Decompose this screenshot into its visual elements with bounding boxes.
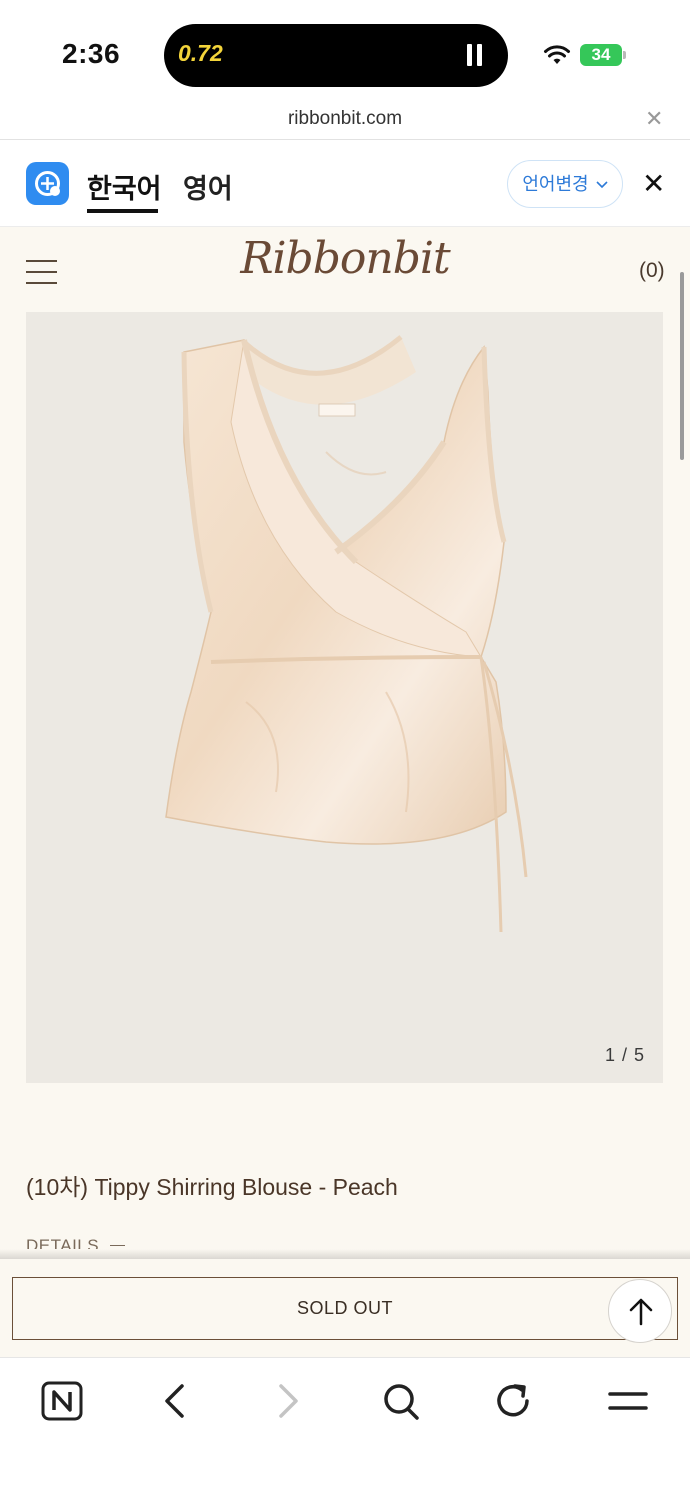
active-tab-underline — [87, 209, 158, 213]
status-bar: 2:36 0.72 34 — [0, 0, 690, 100]
battery-icon: 34 — [580, 44, 622, 66]
browser-nav-bar — [0, 1357, 690, 1500]
close-icon[interactable]: ✕ — [645, 106, 663, 132]
pause-icon[interactable] — [467, 44, 483, 66]
tab-korean[interactable]: 한국어 — [87, 167, 162, 206]
sold-out-button[interactable]: SOLD OUT — [12, 1277, 678, 1340]
scroll-top-button[interactable] — [608, 1279, 672, 1343]
naver-home-icon[interactable] — [37, 1378, 87, 1424]
search-icon[interactable] — [376, 1378, 426, 1424]
url-bar[interactable]: ribbonbit.com ✕ — [0, 100, 690, 140]
tab-english[interactable]: 영어 — [183, 167, 233, 206]
product-image[interactable]: 1 / 5 — [26, 312, 663, 1083]
status-time: 2:36 — [62, 38, 121, 69]
collapse-dash-icon[interactable] — [110, 1245, 125, 1246]
island-value: 0.72 — [178, 40, 223, 66]
battery-nub — [623, 51, 626, 59]
blouse-image — [165, 335, 528, 933]
chevron-down-icon — [596, 181, 608, 189]
cart-count[interactable]: (0) — [639, 259, 665, 283]
change-language-button[interactable]: 언어변경 — [507, 160, 623, 208]
brand-logo[interactable]: Ribbonbit — [0, 233, 690, 284]
wifi-icon — [544, 45, 570, 64]
menu-icon[interactable] — [603, 1378, 653, 1424]
url-text[interactable]: ribbonbit.com — [0, 108, 690, 130]
product-title: (10차) Tippy Shirring Blouse - Peach — [26, 1174, 398, 1200]
image-counter: 1 / 5 — [605, 1045, 646, 1065]
forward-icon[interactable] — [263, 1378, 313, 1424]
close-translate-icon[interactable]: ✕ — [642, 168, 665, 200]
translate-logo-icon — [26, 162, 69, 205]
shop-page: Ribbonbit (0) 1 / 5 (10차) Tippy Shirring… — [0, 227, 690, 1357]
scrollbar[interactable] — [680, 272, 684, 460]
purchase-bar: SOLD OUT — [0, 1259, 690, 1357]
battery-level: 34 — [591, 45, 611, 64]
translate-bar: 한국어 영어 언어변경 ✕ — [0, 141, 690, 227]
change-language-label: 언어변경 — [522, 174, 589, 194]
arrow-up-icon — [629, 1298, 653, 1326]
back-icon[interactable] — [150, 1378, 200, 1424]
refresh-icon[interactable] — [489, 1378, 539, 1424]
